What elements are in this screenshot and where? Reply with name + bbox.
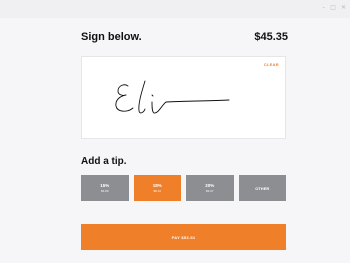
window-titlebar: – □ ✕: [0, 0, 350, 18]
tip-options: 15% $6.80 18% $8.16 20% $9.07 OTHER: [81, 175, 286, 201]
page-title: Sign below.: [81, 31, 142, 43]
checkout-page: Sign below. $45.35 CLEAR Add a tip. 15% …: [0, 18, 350, 263]
tip-value: $8.16: [153, 189, 161, 193]
signature-pad[interactable]: CLEAR: [81, 56, 286, 139]
tip-other-label: OTHER: [255, 185, 270, 191]
tip-value: $6.80: [100, 189, 109, 193]
maximize-icon[interactable]: □: [330, 4, 336, 12]
app-window: – □ ✕ Sign below. $45.35 CLEAR Add a tip…: [0, 0, 350, 263]
close-icon[interactable]: ✕: [341, 4, 346, 12]
tip-option-other[interactable]: OTHER: [238, 175, 286, 201]
minimize-icon[interactable]: –: [322, 4, 325, 12]
tip-option-15[interactable]: 15% $6.80: [81, 175, 129, 201]
window-controls: – □ ✕: [322, 4, 346, 12]
total-amount: $45.35: [254, 31, 288, 43]
tip-option-18[interactable]: 18% $8.16: [133, 175, 181, 201]
tip-heading: Add a tip.: [81, 156, 127, 167]
signature-drawing: [115, 80, 230, 114]
tip-value: $9.07: [205, 189, 214, 193]
pay-button[interactable]: PAY $53.51: [81, 224, 286, 250]
tip-option-20[interactable]: 20% $9.07: [186, 175, 234, 201]
